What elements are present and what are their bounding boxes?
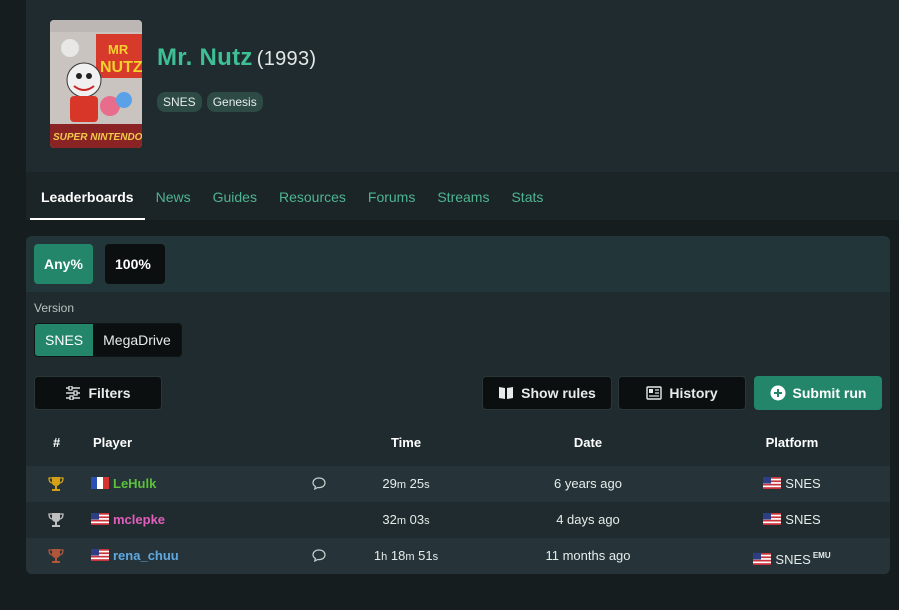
platform-tags: SNES Genesis [157, 92, 263, 112]
player-name[interactable]: LeHulk [113, 476, 156, 491]
show-rules-label: Show rules [521, 385, 596, 401]
platform-tag-genesis[interactable]: Genesis [206, 92, 263, 112]
svg-text:SUPER NINTENDO: SUPER NINTENDO [53, 132, 142, 143]
header-platform: Platform [765, 435, 819, 450]
time-cell: 32m 03s [382, 512, 430, 527]
player-cell[interactable]: LeHulk [91, 466, 156, 502]
tab-resources[interactable]: Resources [268, 172, 357, 220]
usa-flag-icon [91, 539, 109, 561]
tab-forums[interactable]: Forums [357, 172, 426, 220]
france-flag-icon [91, 467, 109, 489]
leaderboard-panel: Any% 100% Version SNES MegaDrive Filters [26, 236, 890, 574]
leaderboard-table-header: # Player Time Date Platform [26, 428, 890, 466]
gold-trophy-icon [48, 476, 66, 492]
game-header: MR NUTZ SUPER NINTENDO Mr. Nutz (1993) SN… [26, 0, 899, 220]
category-selector: Any% 100% [26, 236, 890, 292]
game-info-panel: MR NUTZ SUPER NINTENDO Mr. Nutz (1993) SN… [26, 0, 899, 172]
svg-text:MR: MR [108, 42, 129, 57]
bronze-trophy-icon [48, 548, 66, 564]
filters-button[interactable]: Filters [34, 376, 162, 410]
time-minutes: 29 [382, 476, 397, 491]
tab-stats[interactable]: Stats [500, 172, 554, 220]
show-rules-button[interactable]: Show rules [482, 376, 612, 410]
tab-guides[interactable]: Guides [202, 172, 268, 220]
header-date: Date [573, 435, 603, 450]
tab-streams[interactable]: Streams [426, 172, 500, 220]
game-year: (1993) [256, 48, 317, 70]
version-selector: SNES MegaDrive [34, 323, 182, 357]
book-icon [498, 385, 514, 401]
category-100-percent[interactable]: 100% [105, 244, 165, 284]
platform-name: SNES [785, 476, 821, 491]
time-seconds: 25 [409, 476, 425, 491]
comment-icon[interactable] [312, 549, 326, 563]
emulator-badge: EMU [812, 551, 831, 560]
comment-icon[interactable] [312, 477, 326, 491]
sliders-icon [65, 385, 81, 401]
silver-trophy-icon [48, 512, 66, 528]
player-cell[interactable]: mclepke [91, 502, 165, 538]
svg-text:NUTZ: NUTZ [100, 59, 142, 76]
time-seconds: 03 [409, 512, 425, 527]
time-minutes: 32 [382, 512, 397, 527]
game-title: Mr. Nutz (1993) [157, 44, 316, 72]
usa-flag-icon [753, 543, 772, 565]
date-cell[interactable]: 4 days ago [538, 502, 638, 538]
platform-name: SNES [785, 512, 821, 527]
platform-tag-snes[interactable]: SNES [157, 92, 202, 112]
player-cell[interactable]: rena_chuu [91, 538, 179, 574]
nav-tabs: Leaderboards News Guides Resources Forum… [30, 172, 554, 220]
time-seconds: 51 [418, 548, 433, 563]
usa-flag-icon [763, 503, 782, 525]
submit-run-label: Submit run [792, 385, 867, 401]
platform-cell: SNES [742, 466, 842, 502]
player-name[interactable]: rena_chuu [113, 548, 179, 563]
version-snes-button[interactable]: SNES [35, 324, 94, 356]
game-nav-bar: Leaderboards News Guides Resources Forum… [26, 172, 899, 220]
platform-cell: SNES [742, 502, 842, 538]
filters-label: Filters [88, 385, 131, 401]
usa-flag-icon [763, 467, 782, 489]
newspaper-icon [646, 385, 663, 401]
header-rank: # [53, 435, 61, 450]
usa-flag-icon [91, 503, 109, 525]
table-row[interactable]: LeHulk 29m 25s 6 years ago SNES [26, 466, 890, 502]
date-cell[interactable]: 6 years ago [538, 466, 638, 502]
plus-circle-icon [770, 385, 786, 401]
player-name[interactable]: mclepke [113, 512, 165, 527]
submit-run-button[interactable]: Submit run [754, 376, 882, 410]
platform-cell: SNES EMU [742, 538, 842, 574]
version-label: Version [34, 301, 75, 315]
tab-leaderboards[interactable]: Leaderboards [30, 172, 145, 220]
table-row[interactable]: mclepke 32m 03s 4 days ago SNES [26, 502, 890, 538]
header-player: Player [93, 435, 133, 450]
game-cover-image[interactable]: MR NUTZ SUPER NINTENDO [50, 20, 142, 148]
platform-name: SNES [775, 552, 811, 567]
time-cell: 1h 18m 51s [373, 548, 439, 563]
tab-news[interactable]: News [145, 172, 202, 220]
category-any-percent[interactable]: Any% [34, 244, 93, 284]
version-megadrive-button[interactable]: MegaDrive [93, 324, 181, 356]
header-time: Time [390, 435, 422, 450]
table-row[interactable]: rena_chuu 1h 18m 51s 11 months ago SNES E… [26, 538, 890, 574]
game-title-text: Mr. Nutz [157, 44, 253, 71]
history-button[interactable]: History [618, 376, 746, 410]
time-minutes: 18 [390, 548, 406, 563]
time-cell: 29m 25s [382, 476, 430, 491]
history-label: History [669, 385, 718, 401]
date-cell[interactable]: 11 months ago [538, 538, 638, 574]
